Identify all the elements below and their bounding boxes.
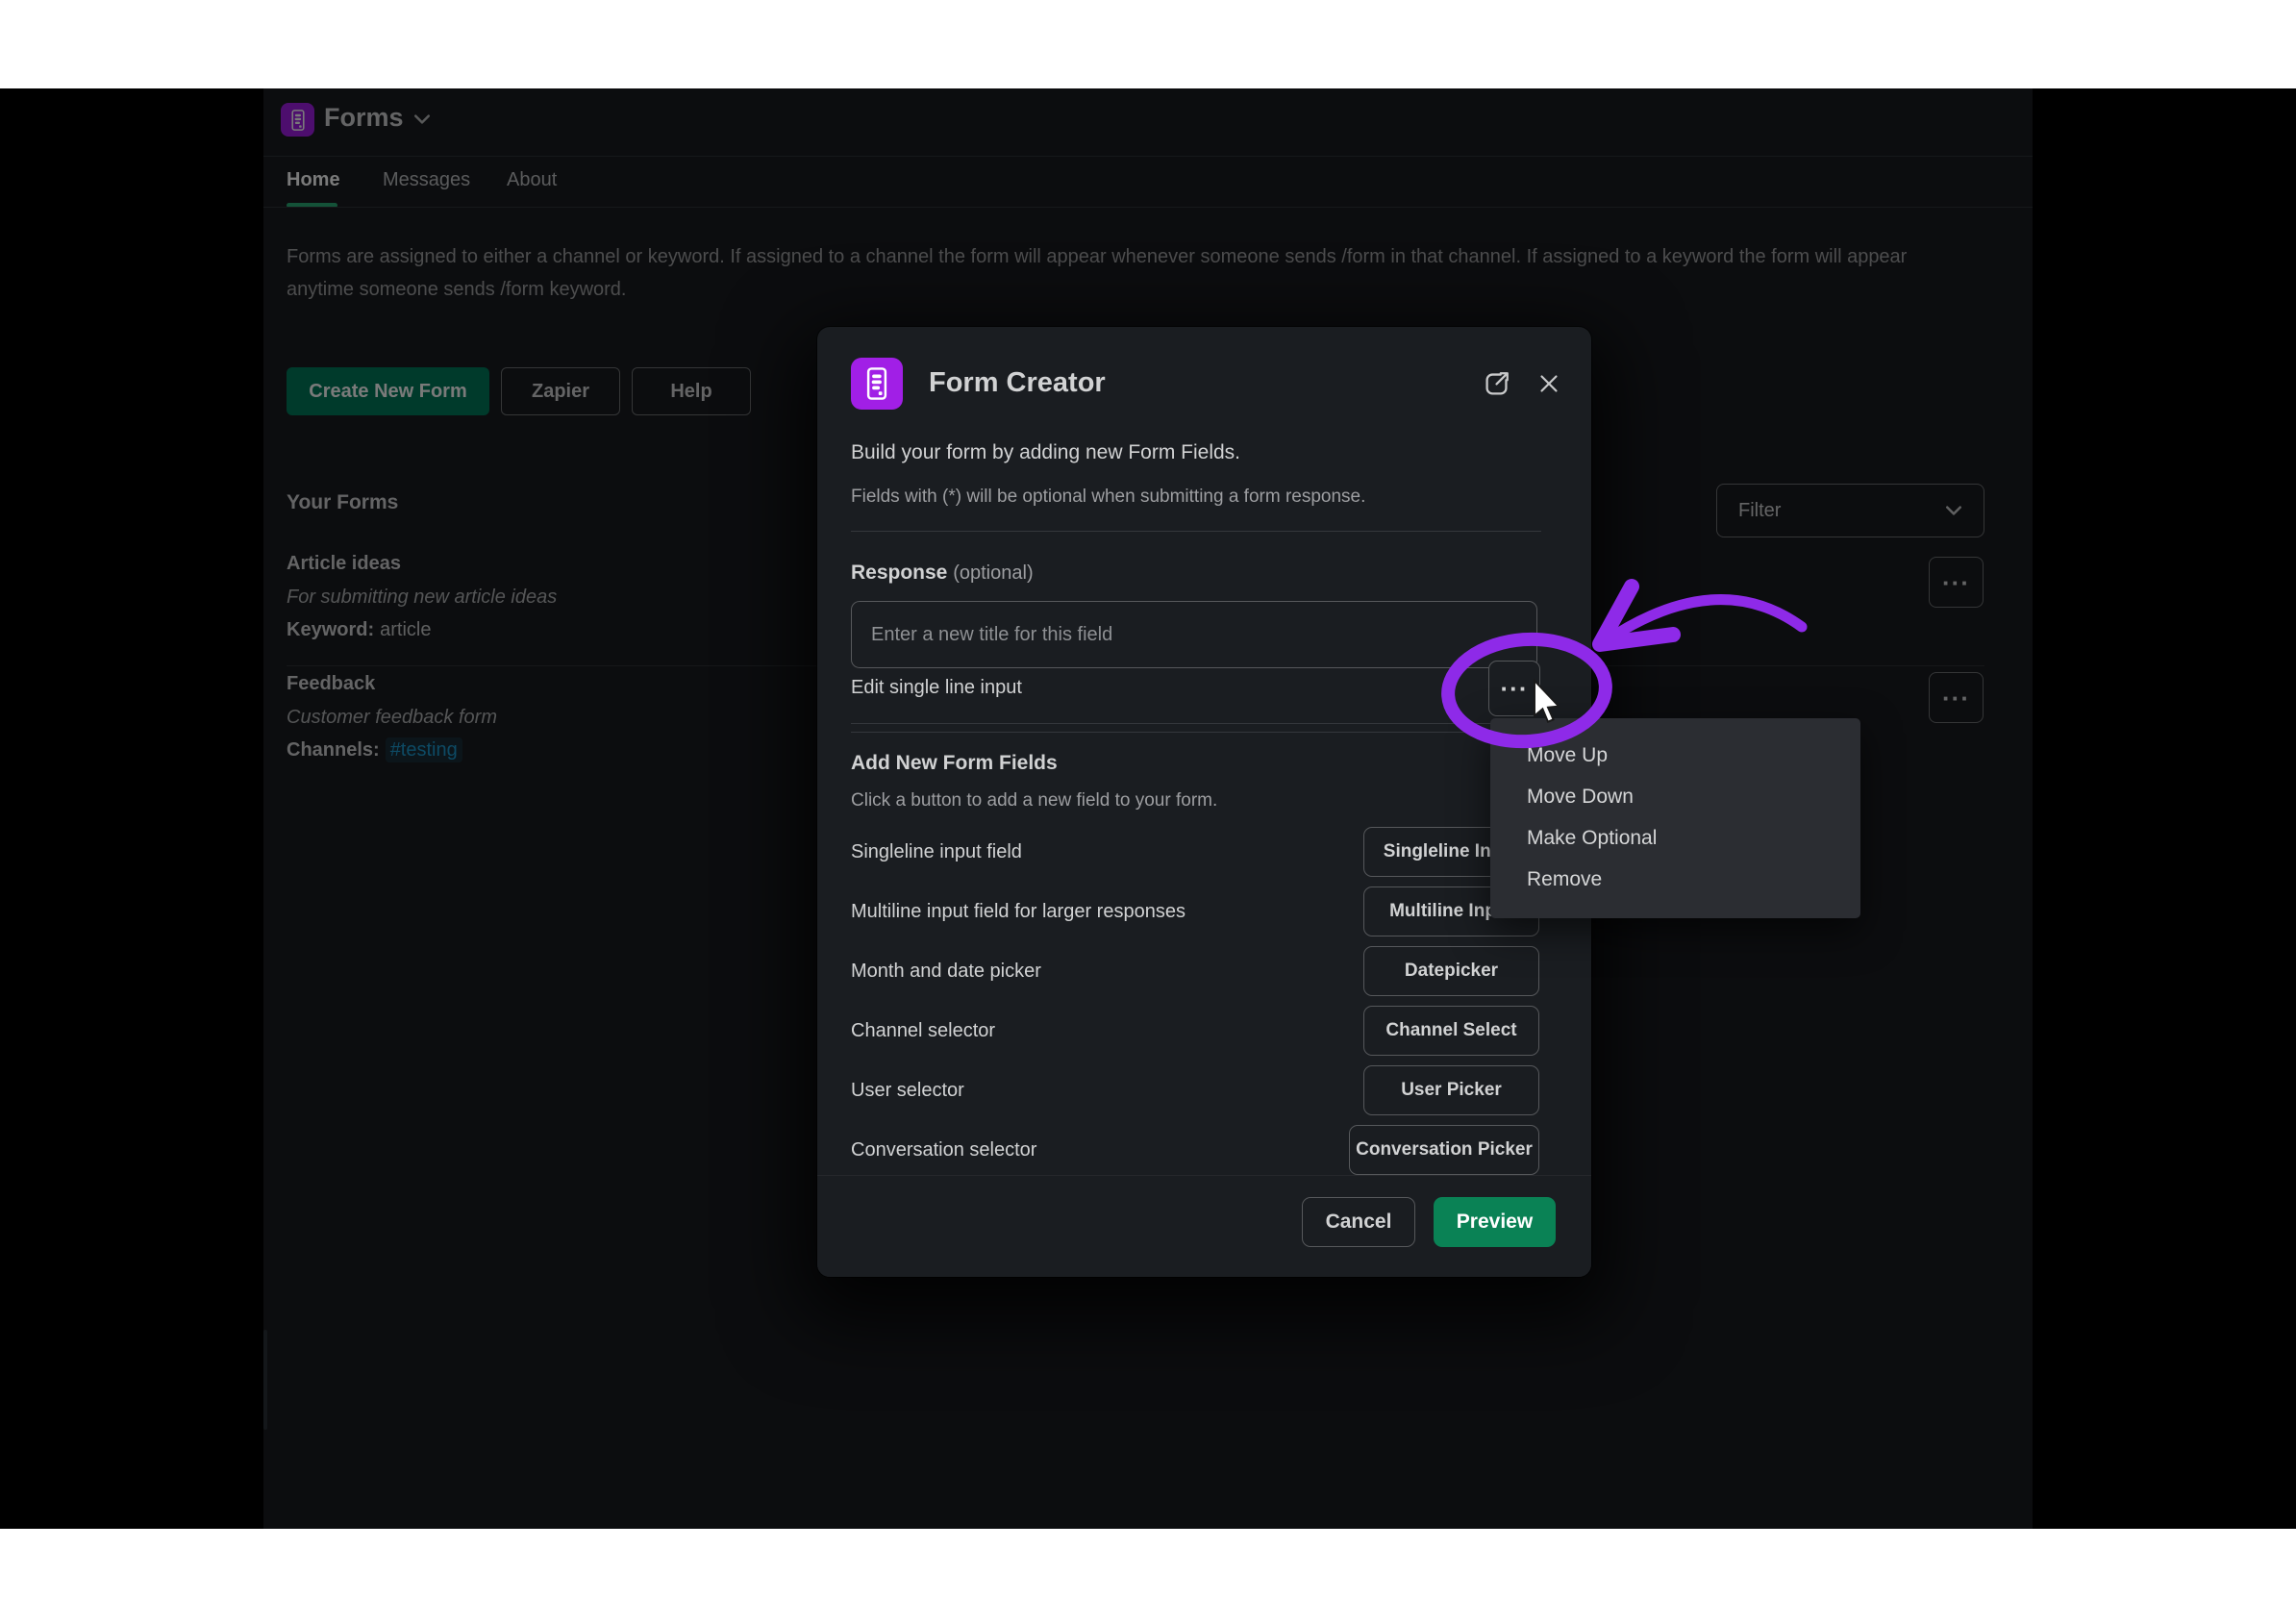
menu-item-move-down[interactable]: Move Down [1490,776,1860,817]
modal-intro: Build your form by adding new Form Field… [851,440,1240,465]
field-row-label: Month and date picker [851,946,1041,996]
top-white-bar [0,0,2296,88]
divider [851,531,1541,532]
preview-button[interactable]: Preview [1434,1197,1556,1247]
divider [851,732,1539,733]
add-conversation-picker-button[interactable]: Conversation Picker [1349,1125,1539,1175]
response-field-label: Response (optional) [851,561,1034,586]
response-optional-label: (optional) [953,562,1033,584]
field-row-label: Singleline input field [851,827,1022,877]
field-title-input[interactable] [851,601,1537,668]
field-row-label: User selector [851,1065,964,1115]
modal-footer: Cancel Preview [817,1175,1591,1277]
close-button[interactable] [1531,365,1567,402]
response-label: Response [851,562,947,584]
cancel-button[interactable]: Cancel [1302,1197,1415,1247]
field-row-label: Channel selector [851,1006,995,1056]
external-link-icon [1481,367,1513,400]
edit-field-label: Edit single line input [851,675,1022,700]
add-fields-hint: Click a button to add a new field to you… [851,789,1217,812]
add-fields-heading: Add New Form Fields [851,750,1058,776]
field-row-label: Conversation selector [851,1125,1036,1175]
menu-item-move-up[interactable]: Move Up [1490,735,1860,776]
forms-app-logo-icon [851,358,903,410]
screenshot-root: Forms Home Messages About Forms are assi… [0,0,2296,1623]
menu-item-remove[interactable]: Remove [1490,859,1860,900]
field-context-menu: Move Up Move Down Make Optional Remove [1490,718,1860,918]
modal-note: Fields with (*) will be optional when su… [851,486,1365,509]
menu-item-make-optional[interactable]: Make Optional [1490,817,1860,859]
add-datepicker-button[interactable]: Datepicker [1363,946,1539,996]
add-user-picker-button[interactable]: User Picker [1363,1065,1539,1115]
add-channel-select-button[interactable]: Channel Select [1363,1006,1539,1056]
divider [851,723,1539,724]
close-icon [1535,369,1563,398]
field-overflow-button[interactable]: ··· [1488,661,1540,716]
form-creator-modal: Form Creator Build your form by adding n… [817,327,1591,1277]
bottom-white-bar [0,1529,2296,1623]
open-external-button[interactable] [1479,365,1515,402]
field-row-label: Multiline input field for larger respons… [851,886,1185,936]
modal-title: Form Creator [929,363,1106,402]
app-window: Forms Home Messages About Forms are assi… [0,88,2296,1529]
